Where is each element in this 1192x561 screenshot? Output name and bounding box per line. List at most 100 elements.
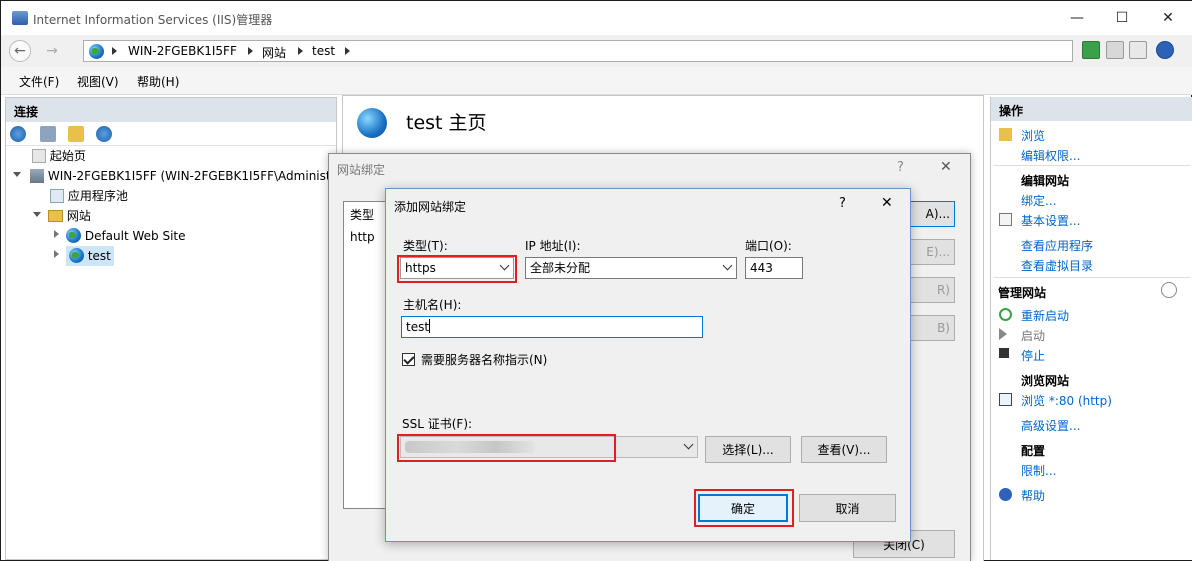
add-site-binding-dialog: 添加网站绑定 ? ✕ 类型(T): https IP 地址(I): 全部未分配 … — [385, 188, 911, 542]
action-basic-settings[interactable]: 基本设置... — [1021, 212, 1080, 229]
action-help[interactable]: 帮助 — [1021, 487, 1045, 504]
tree-label: 起始页 — [49, 149, 86, 163]
menu-help[interactable]: 帮助(H) — [137, 73, 179, 90]
restart-icon — [999, 308, 1012, 321]
globe-icon — [89, 44, 104, 59]
globe-icon — [66, 228, 81, 243]
browse-icon — [999, 128, 1012, 141]
dialog-title: 网站绑定 — [337, 163, 386, 177]
menu-file[interactable]: 文件(F) — [19, 73, 59, 90]
breadcrumb-sites[interactable]: 网站 — [262, 44, 286, 61]
host-input[interactable]: test — [401, 316, 703, 338]
action-view-virtual-directories[interactable]: 查看虚拟目录 — [1021, 257, 1093, 274]
tree-item-sites[interactable]: 网站 — [48, 206, 91, 226]
start-page-icon — [32, 149, 46, 163]
column-type-header[interactable]: 类型 — [350, 206, 374, 223]
action-view-applications[interactable]: 查看应用程序 — [1021, 237, 1093, 254]
forward-button[interactable]: → — [41, 40, 63, 62]
tree-item-app-pools[interactable]: 应用程序池 — [50, 186, 128, 206]
home-icon[interactable] — [1129, 41, 1147, 59]
tree-label: test — [87, 249, 111, 263]
connect-icon[interactable] — [10, 126, 26, 142]
action-browse[interactable]: 浏览 — [1021, 127, 1045, 144]
action-edit-permissions[interactable]: 编辑权限... — [1021, 147, 1080, 164]
disconnect-icon[interactable] — [96, 126, 112, 142]
iis-manager-window: Internet Information Services (IIS)管理器 —… — [0, 0, 1192, 561]
browse-window-icon — [999, 393, 1012, 406]
title-bar: Internet Information Services (IIS)管理器 —… — [1, 1, 1192, 35]
ssl-label: SSL 证书(F): — [402, 417, 473, 431]
menu-view[interactable]: 视图(V) — [77, 73, 119, 90]
up-folder-icon[interactable] — [68, 126, 84, 142]
iis-app-icon — [12, 11, 28, 25]
host-input-value: test — [406, 320, 430, 334]
collapse-circle-icon[interactable] — [1161, 282, 1177, 298]
expand-chevron-icon[interactable] — [13, 172, 21, 177]
tree-label: 网站 — [66, 209, 91, 223]
breadcrumb-server[interactable]: WIN-2FGEBK1I5FF — [128, 44, 237, 58]
globe-icon — [69, 248, 84, 263]
connections-toolbar — [6, 122, 336, 146]
ip-select[interactable]: 全部未分配 — [525, 257, 737, 279]
connections-header: 连接 — [6, 98, 336, 122]
maximize-button[interactable]: ☐ — [1112, 9, 1132, 27]
text-caret — [429, 319, 431, 333]
sni-label[interactable]: 需要服务器名称指示(N) — [421, 351, 547, 368]
help-button[interactable]: ? — [897, 160, 904, 175]
divider — [994, 277, 1190, 278]
save-icon[interactable] — [40, 126, 56, 142]
tree-item-default-web-site[interactable]: Default Web Site — [66, 226, 186, 246]
minimize-button[interactable]: — — [1067, 9, 1087, 27]
menu-bar: 文件(F) 视图(V) 帮助(H) — [1, 67, 1192, 95]
tree-label: Default Web Site — [84, 229, 186, 243]
sni-checkbox[interactable] — [402, 353, 415, 366]
help-button[interactable]: ? — [839, 196, 846, 211]
close-icon[interactable]: ✕ — [881, 195, 893, 211]
action-stop[interactable]: 停止 — [1021, 347, 1045, 364]
tree-item-test[interactable]: test — [66, 246, 114, 266]
collapse-chevron-icon[interactable] — [54, 250, 59, 258]
expand-chevron-icon[interactable] — [33, 212, 41, 217]
action-start[interactable]: 启动 — [1021, 327, 1045, 344]
server-icon — [30, 169, 44, 183]
port-input[interactable]: 443 — [745, 257, 803, 279]
highlight-ok — [694, 489, 794, 527]
action-browse-80[interactable]: 浏览 *:80 (http) — [1021, 392, 1112, 409]
configure-header: 配置 — [1021, 444, 1046, 458]
close-icon[interactable]: ✕ — [940, 159, 952, 175]
page-title: test 主页 — [406, 112, 487, 134]
help-icon[interactable] — [1156, 41, 1174, 59]
ip-select-value: 全部未分配 — [530, 261, 591, 275]
select-certificate-button[interactable]: 选择(L)... — [705, 436, 791, 463]
breadcrumb[interactable]: WIN-2FGEBK1I5FF 网站 test — [83, 40, 1073, 62]
breadcrumb-separator-icon — [298, 47, 303, 55]
actions-header: 操作 — [991, 97, 1192, 121]
dialog-title: 添加网站绑定 — [394, 200, 467, 214]
ip-label: IP 地址(I): — [525, 239, 581, 253]
folder-icon — [48, 210, 63, 222]
action-advanced-settings[interactable]: 高级设置... — [1021, 417, 1080, 434]
breadcrumb-test[interactable]: test — [312, 44, 335, 58]
help-icon — [999, 488, 1012, 501]
globe-icon — [357, 108, 387, 138]
highlight-type — [397, 255, 517, 283]
binding-row-type[interactable]: http — [350, 230, 375, 244]
connections-panel: 连接 起始页 WIN-2FGEBK1I5FF (WIN-2FGEBK1I5FF\… — [5, 97, 337, 560]
stop-icon[interactable] — [1106, 41, 1124, 59]
tree-item-server[interactable]: WIN-2FGEBK1I5FF (WIN-2FGEBK1I5FF\Adminis… — [30, 166, 336, 186]
action-restart[interactable]: 重新启动 — [1021, 307, 1069, 324]
start-icon — [999, 328, 1007, 340]
refresh-icon[interactable] — [1082, 41, 1100, 59]
back-button[interactable]: ← — [9, 40, 31, 62]
collapse-chevron-icon[interactable] — [54, 230, 59, 238]
breadcrumb-separator-icon — [112, 47, 117, 55]
view-certificate-button[interactable]: 查看(V)... — [801, 436, 887, 463]
action-bindings[interactable]: 绑定... — [1021, 192, 1056, 209]
tree-item-start-page[interactable]: 起始页 — [32, 146, 86, 166]
actions-panel: 操作 浏览 编辑权限... 编辑网站 绑定... 基本设置... 查看应用程序 … — [990, 97, 1192, 560]
action-limits[interactable]: 限制... — [1021, 462, 1056, 479]
close-window-button[interactable]: ✕ — [1158, 9, 1178, 27]
chevron-down-icon — [683, 439, 694, 450]
cancel-button[interactable]: 取消 — [799, 494, 896, 522]
address-bar: ← → WIN-2FGEBK1I5FF 网站 test — [1, 35, 1192, 67]
